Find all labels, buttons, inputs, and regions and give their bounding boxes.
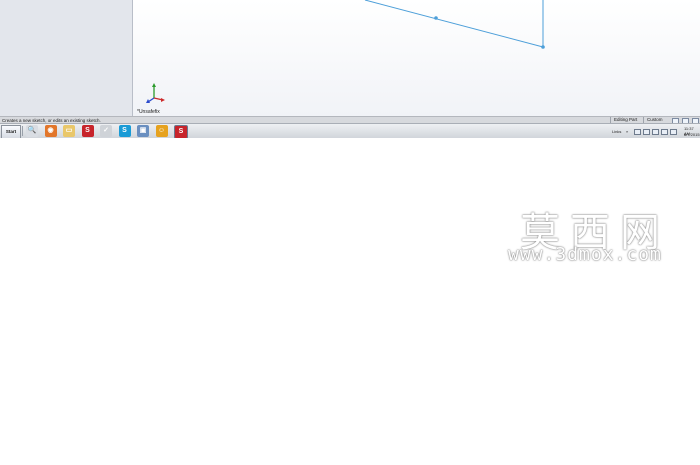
check-icon[interactable]: ✓ <box>100 125 112 137</box>
firefox-icon[interactable]: ◉ <box>44 125 57 137</box>
part-name-label: *Unsafefix <box>137 109 160 115</box>
sketch-endpoint[interactable] <box>541 45 545 49</box>
axis-triad-icon <box>146 83 165 103</box>
links-toolbar[interactable]: Links <box>612 129 621 134</box>
security-icon[interactable] <box>652 129 659 135</box>
network-icon[interactable] <box>634 129 641 135</box>
sketch-midpoint[interactable] <box>434 16 438 20</box>
volume-icon[interactable] <box>643 129 650 135</box>
windows-taskbar: Start 🔍 ◉ ▭ S ✓ S ▣ ☺ S Links » 11:37 AM 8/7/201… <box>0 123 700 138</box>
start-button[interactable]: Start <box>1 125 21 138</box>
clock-date[interactable]: 8/7/2015 <box>684 132 700 137</box>
solidworks-icon[interactable]: S <box>81 125 94 137</box>
links-expand-icon[interactable]: » <box>626 129 628 134</box>
messenger-icon[interactable] <box>670 129 677 135</box>
chat-icon[interactable]: ☺ <box>155 125 168 137</box>
watermark-url: www.3dmox.com <box>508 244 662 265</box>
folder-icon[interactable]: ▭ <box>63 125 75 137</box>
graphics-area[interactable]: *Unsafefix <box>133 0 700 116</box>
skype-icon[interactable]: S <box>118 125 131 137</box>
solidworks-window: *Unsafefix Creates a new sketch, or edit… <box>0 0 700 138</box>
feature-manager-panel[interactable] <box>0 0 133 116</box>
watermark: 莫西网 www.3dmox.com <box>508 200 688 270</box>
system-tray: Links » 11:37 AM 8/7/2015 <box>608 124 700 138</box>
update-icon[interactable] <box>661 129 668 135</box>
sketch-line-diagonal[interactable] <box>364 0 544 48</box>
sketch-canvas[interactable] <box>133 0 700 116</box>
monitor-icon[interactable]: ▣ <box>137 125 149 137</box>
search-icon[interactable]: 🔍 <box>26 125 38 137</box>
solidworks-active-icon[interactable]: S <box>174 125 188 138</box>
taskbar-divider <box>22 126 23 136</box>
